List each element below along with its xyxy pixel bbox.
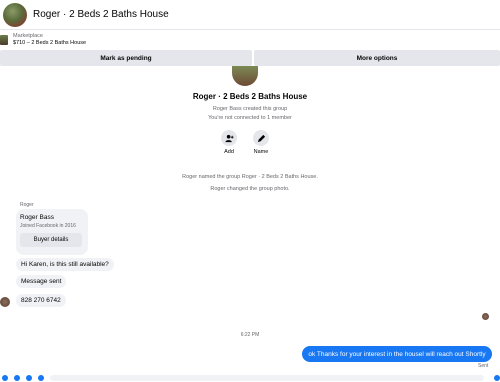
system-message: Roger changed the group photo. — [210, 186, 290, 192]
plus-icon[interactable] — [2, 375, 8, 381]
read-receipt-avatar — [482, 313, 489, 320]
incoming-message[interactable]: 828 270 6742 — [16, 294, 66, 307]
sender-avatar[interactable] — [0, 297, 10, 307]
group-photo — [232, 66, 258, 86]
more-options-button[interactable]: More options — [254, 50, 500, 66]
conversation-title[interactable]: Roger · 2 Beds 2 Baths House — [33, 9, 169, 20]
marketplace-listing[interactable]: Marketplace $710 – 2 Beds 2 Baths House — [0, 30, 86, 50]
add-member-button[interactable]: Add — [214, 130, 244, 155]
incoming-message[interactable]: Message sent — [16, 275, 67, 288]
listing-thumbnail — [0, 35, 8, 45]
listing-summary: $710 – 2 Beds 2 Baths House — [13, 40, 87, 46]
photo-icon[interactable] — [14, 375, 20, 381]
group-name: Roger · 2 Beds 2 Baths House — [192, 92, 308, 101]
listing-actions: Mark as pending More options — [0, 50, 500, 66]
gif-icon[interactable] — [38, 375, 44, 381]
like-icon[interactable] — [494, 375, 500, 381]
buyer-profile-card: Roger Bass Joined Facebook in 2016 Buyer… — [16, 209, 88, 255]
add-person-icon — [221, 130, 237, 146]
outgoing-message[interactable]: ok Thanks for your interest in the house… — [302, 346, 492, 362]
message-composer — [0, 374, 500, 382]
joined-text: Joined Facebook in 2016 — [20, 223, 76, 229]
sent-status: Sent — [478, 363, 489, 369]
marketplace-label: Marketplace — [13, 33, 43, 39]
group-avatar[interactable] — [3, 2, 27, 27]
group-created-text: Roger Bass created this group — [212, 106, 288, 112]
name-group-button[interactable]: Name — [246, 130, 276, 155]
pencil-icon — [253, 130, 269, 146]
add-label: Add — [224, 149, 234, 155]
system-message: Roger named the group Roger · 2 Beds 2 B… — [182, 174, 318, 180]
buyer-name: Roger Bass — [20, 214, 54, 221]
mark-as-pending-button[interactable]: Mark as pending — [0, 50, 252, 66]
sender-name: Roger — [20, 202, 34, 208]
sticker-icon[interactable] — [26, 375, 32, 381]
group-connection-text: You're not connected to 1 member — [208, 115, 292, 121]
message-timestamp: 6:22 PM — [240, 332, 260, 338]
name-label: Name — [253, 149, 269, 155]
incoming-message[interactable]: Hi Karen, is this still available? — [16, 258, 114, 271]
buyer-details-button[interactable]: Buyer details — [20, 233, 82, 247]
message-input[interactable] — [50, 375, 484, 381]
conversation-header: Roger · 2 Beds 2 Baths House — [0, 0, 500, 30]
